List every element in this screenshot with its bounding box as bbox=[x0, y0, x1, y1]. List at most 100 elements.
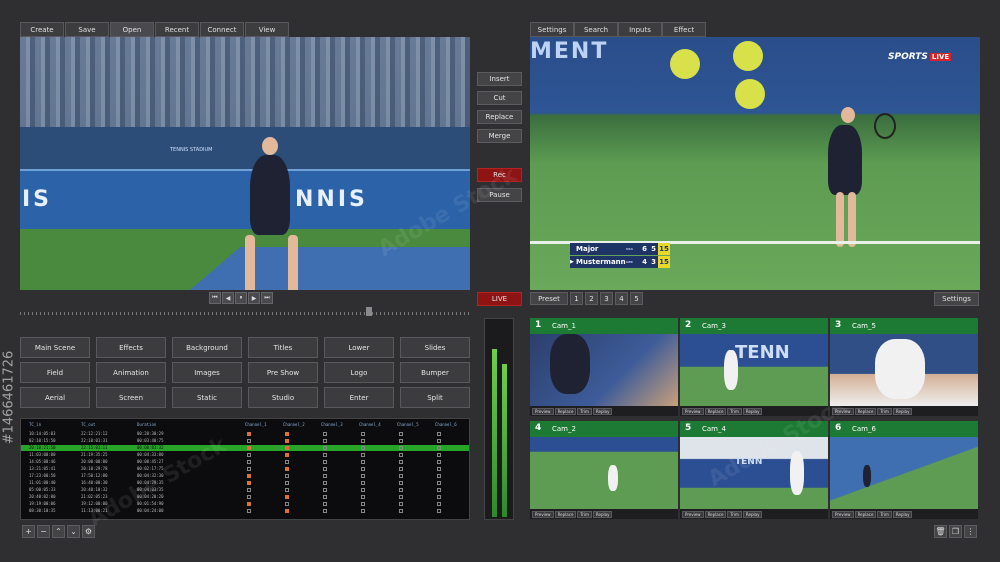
channel-checkbox[interactable] bbox=[285, 439, 289, 443]
scene-images-button[interactable]: Images bbox=[172, 362, 242, 383]
scene-split-button[interactable]: Split bbox=[400, 387, 470, 408]
camera-feed[interactable] bbox=[830, 437, 978, 509]
channel-checkbox[interactable] bbox=[247, 488, 251, 492]
cam-replay-button[interactable]: Replay bbox=[892, 408, 913, 415]
channel-checkbox[interactable] bbox=[437, 502, 441, 506]
cam-replay-button[interactable]: Replay bbox=[592, 511, 613, 518]
channel-checkbox[interactable] bbox=[437, 495, 441, 499]
scene-main-scene-button[interactable]: Main Scene bbox=[20, 337, 90, 358]
channel-checkbox[interactable] bbox=[323, 509, 327, 513]
menu-search-button[interactable]: Search bbox=[574, 22, 618, 37]
channel-checkbox[interactable] bbox=[361, 467, 365, 471]
camera-tile-2[interactable]: 2 Cam_3 TENN Preview Replace Trim Replay bbox=[680, 318, 828, 416]
table-row[interactable]: 20:40:02:80 21:02:05:23 00:04:20:20 bbox=[21, 494, 469, 500]
cam-preview-button[interactable]: Preview bbox=[682, 511, 704, 518]
channel-checkbox[interactable] bbox=[285, 432, 289, 436]
channel-checkbox[interactable] bbox=[247, 481, 251, 485]
live-button[interactable]: LIVE bbox=[477, 292, 522, 306]
preset-3-button[interactable]: 3 bbox=[600, 292, 613, 305]
channel-checkbox[interactable] bbox=[399, 446, 403, 450]
channel-checkbox[interactable] bbox=[437, 509, 441, 513]
channel-checkbox[interactable] bbox=[323, 453, 327, 457]
channel-checkbox[interactable] bbox=[361, 509, 365, 513]
cam-trim-button[interactable]: Trim bbox=[577, 408, 592, 415]
preset-button[interactable]: Preset bbox=[530, 292, 568, 305]
channel-checkbox[interactable] bbox=[247, 495, 251, 499]
preset-5-button[interactable]: 5 bbox=[630, 292, 643, 305]
cam-trim-button[interactable]: Trim bbox=[727, 408, 742, 415]
menu-effect-button[interactable]: Effect bbox=[662, 22, 706, 37]
table-row[interactable]: 11:01:00:40 16:40:00:30 00:04:29:35 bbox=[21, 480, 469, 486]
camera-tile-5[interactable]: 5 Cam_4 TENN Preview Replace Trim Replay bbox=[680, 421, 828, 519]
channel-checkbox[interactable] bbox=[285, 509, 289, 513]
pause-button[interactable]: Pause bbox=[477, 188, 522, 202]
cam-replace-button[interactable]: Replace bbox=[854, 408, 877, 415]
menu-save-button[interactable]: Save bbox=[65, 22, 109, 37]
gear-icon[interactable]: ⚙ bbox=[82, 525, 95, 538]
channel-checkbox[interactable] bbox=[323, 467, 327, 471]
rec-button[interactable]: Rec bbox=[477, 168, 522, 182]
table-row[interactable]: 10:14:05:03 22:12:21:12 00:20:30:29 bbox=[21, 431, 469, 437]
chevron-down-icon[interactable]: ⌄ bbox=[67, 525, 80, 538]
channel-checkbox[interactable] bbox=[399, 488, 403, 492]
table-row[interactable]: 08:30:10:35 11:13:00:21 00:04:24:00 bbox=[21, 508, 469, 514]
channel-checkbox[interactable] bbox=[437, 467, 441, 471]
channel-checkbox[interactable] bbox=[247, 467, 251, 471]
cam-replay-button[interactable]: Replay bbox=[892, 511, 913, 518]
camera-feed[interactable] bbox=[530, 334, 678, 406]
channel-checkbox[interactable] bbox=[285, 474, 289, 478]
channel-checkbox[interactable] bbox=[437, 446, 441, 450]
cam-trim-button[interactable]: Trim bbox=[727, 511, 742, 518]
channel-checkbox[interactable] bbox=[361, 474, 365, 478]
scene-titles-button[interactable]: Titles bbox=[248, 337, 318, 358]
cut-button[interactable]: Cut bbox=[477, 91, 522, 105]
table-row[interactable]: 05:00:05:33 20:40:10:32 00:04:03:35 bbox=[21, 487, 469, 493]
channel-checkbox[interactable] bbox=[285, 446, 289, 450]
preset-2-button[interactable]: 2 bbox=[585, 292, 598, 305]
channel-checkbox[interactable] bbox=[285, 488, 289, 492]
preset-1-button[interactable]: 1 bbox=[570, 292, 583, 305]
scene-logo-button[interactable]: Logo bbox=[324, 362, 394, 383]
channel-checkbox[interactable] bbox=[361, 502, 365, 506]
menu-connect-button[interactable]: Connect bbox=[200, 22, 244, 37]
camera-feed[interactable]: TENN bbox=[680, 334, 828, 406]
chevron-up-icon[interactable]: ⌃ bbox=[52, 525, 65, 538]
channel-checkbox[interactable] bbox=[437, 488, 441, 492]
menu-create-button[interactable]: Create bbox=[20, 22, 64, 37]
menu-recent-button[interactable]: Recent bbox=[155, 22, 199, 37]
insert-button[interactable]: Insert bbox=[477, 72, 522, 86]
cam-replace-button[interactable]: Replace bbox=[704, 511, 727, 518]
cam-trim-button[interactable]: Trim bbox=[877, 511, 892, 518]
settings-button[interactable]: Settings bbox=[934, 292, 979, 306]
replace-button[interactable]: Replace bbox=[477, 110, 522, 124]
step-forward-icon[interactable]: ▶ bbox=[248, 292, 260, 304]
menu-settings-button[interactable]: Settings bbox=[530, 22, 574, 37]
channel-checkbox[interactable] bbox=[361, 481, 365, 485]
channel-checkbox[interactable] bbox=[247, 474, 251, 478]
scene-field-button[interactable]: Field bbox=[20, 362, 90, 383]
table-row[interactable]: 20:10:21:50 22:15:01:11 00:00:01:32 bbox=[21, 445, 469, 451]
cam-replay-button[interactable]: Replay bbox=[742, 511, 763, 518]
scene-slides-button[interactable]: Slides bbox=[400, 337, 470, 358]
cam-replace-button[interactable]: Replace bbox=[554, 511, 577, 518]
menu-open-button[interactable]: Open bbox=[110, 22, 154, 37]
camera-tile-6[interactable]: 6 Cam_6 Preview Replace Trim Replay bbox=[830, 421, 978, 519]
scene-aerial-button[interactable]: Aerial bbox=[20, 387, 90, 408]
cam-replace-button[interactable]: Replace bbox=[704, 408, 727, 415]
channel-checkbox[interactable] bbox=[247, 432, 251, 436]
cam-trim-button[interactable]: Trim bbox=[577, 511, 592, 518]
scene-background-button[interactable]: Background bbox=[172, 337, 242, 358]
channel-checkbox[interactable] bbox=[247, 502, 251, 506]
preset-4-button[interactable]: 4 bbox=[615, 292, 628, 305]
channel-checkbox[interactable] bbox=[285, 481, 289, 485]
channel-checkbox[interactable] bbox=[399, 509, 403, 513]
table-row[interactable]: 11:03:00:00 21:19:35:25 00:04:33:80 bbox=[21, 452, 469, 458]
program-monitor[interactable]: TENNIS STADIUM NNIS IS bbox=[20, 37, 470, 290]
channel-checkbox[interactable] bbox=[323, 446, 327, 450]
channel-checkbox[interactable] bbox=[437, 460, 441, 464]
camera-tile-4[interactable]: 4 Cam_2 Preview Replace Trim Replay bbox=[530, 421, 678, 519]
table-row[interactable]: 19:19:00:06 19:12:00:00 00:01:54:90 bbox=[21, 501, 469, 507]
scene-pre-show-button[interactable]: Pre Show bbox=[248, 362, 318, 383]
channel-checkbox[interactable] bbox=[399, 460, 403, 464]
channel-checkbox[interactable] bbox=[361, 446, 365, 450]
